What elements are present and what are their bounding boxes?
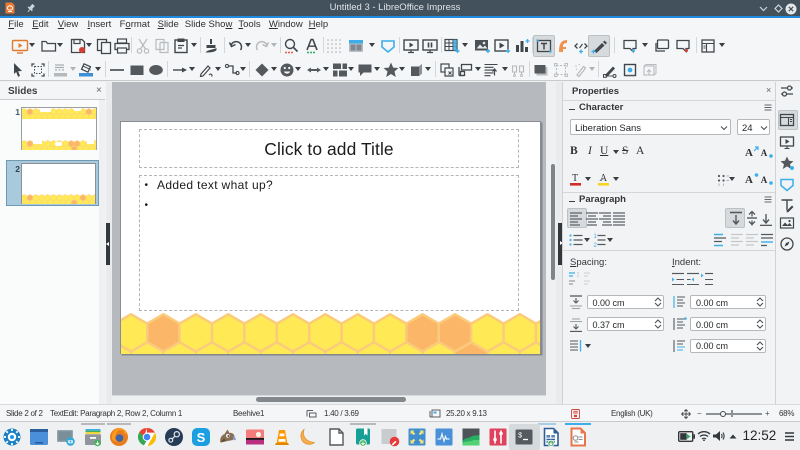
svg-text:A: A xyxy=(745,174,753,186)
svg-text:1: 1 xyxy=(594,234,598,240)
svg-text:$: $ xyxy=(518,433,522,441)
svg-text:A: A xyxy=(745,147,753,159)
svg-text:A: A xyxy=(760,148,767,158)
svg-text:T: T xyxy=(572,173,578,184)
svg-text:A: A xyxy=(760,175,767,185)
svg-text:2: 2 xyxy=(594,243,598,248)
svg-text:A: A xyxy=(600,173,608,184)
svg-text:S: S xyxy=(197,430,206,445)
